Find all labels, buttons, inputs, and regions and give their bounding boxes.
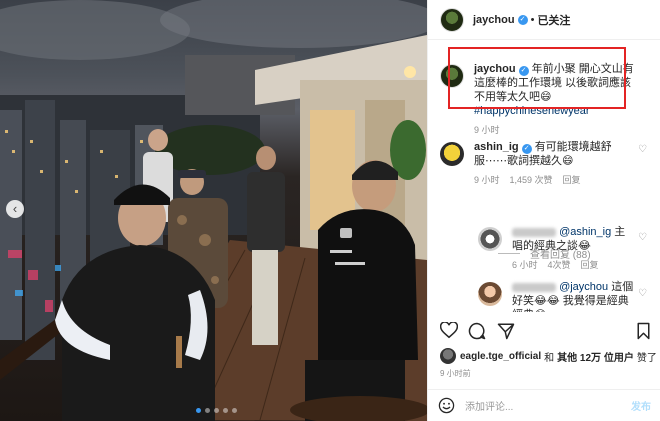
likes-summary: eagle.tge_official 和 其他 12万 位用户 赞了	[440, 348, 657, 364]
likes-connector: 和	[544, 352, 555, 364]
reply-like-heart-icon[interactable]: ♡	[638, 232, 647, 243]
carousel-dot	[214, 408, 219, 413]
post-comment-button[interactable]: 发布	[631, 398, 651, 413]
post-actions	[440, 318, 652, 344]
caption-highlight-box	[448, 47, 626, 109]
commenter-username[interactable]: ashin_ig	[474, 141, 519, 153]
author-avatar[interactable]	[440, 7, 464, 32]
reply-text-b: 唱的經典之談😂	[512, 240, 591, 252]
liker-avatar[interactable]	[440, 348, 456, 364]
chevron-left-icon: ‹	[12, 201, 18, 216]
paper-plane-icon[interactable]	[497, 322, 515, 340]
post-photo[interactable]: ‹	[0, 0, 427, 421]
post-header: jaychou ✓ • 已关注	[428, 0, 660, 40]
blurred-username	[512, 227, 556, 237]
carousel-dot	[223, 408, 228, 413]
reply-like-heart-icon[interactable]: ♡	[638, 288, 647, 299]
comment-item: ashin_ig ✓ 有可能環境越舒服⋯⋯歌詞撰越久😄 9 小时 1,459 次赞…	[440, 140, 635, 187]
header-separator: •	[530, 13, 535, 26]
carousel-dot	[196, 408, 201, 413]
rooftop-scene-image	[0, 0, 427, 421]
carousel-dot	[205, 408, 210, 413]
reply-likes[interactable]: 4次赞	[548, 258, 571, 272]
reply-time: 6 小时	[512, 260, 538, 270]
comment-like-heart-icon[interactable]: ♡	[638, 144, 647, 155]
likes-suffix: 赞了	[636, 352, 657, 364]
reply-item: @ashin_ig 主 唱的經典之談😂 6 小时 4次赞 回复	[478, 225, 638, 272]
author-username[interactable]: jaychou	[473, 14, 515, 26]
comment-reply-button[interactable]: 回复	[563, 173, 581, 187]
replier-avatar[interactable]	[478, 227, 502, 251]
post-timestamp[interactable]: 9 小时前	[440, 368, 471, 379]
reply-mention[interactable]: @ashin_ig	[559, 226, 611, 238]
bookmark-icon[interactable]	[636, 322, 651, 340]
comment-time: 9 小时	[474, 175, 500, 185]
speech-bubble-icon[interactable]	[468, 322, 486, 340]
reply-reply-button[interactable]: 回复	[581, 258, 599, 272]
reply-item: @jaychou 這個好笑😂😂 我覺得是經典經典😂	[478, 280, 638, 312]
carousel-indicator	[196, 408, 237, 413]
reply-mention[interactable]: @jaychou	[559, 281, 608, 293]
previous-slide-button[interactable]: ‹	[6, 200, 24, 218]
carousel-dot	[232, 408, 237, 413]
commenter-avatar[interactable]	[440, 142, 464, 166]
verified-badge-icon: ✓	[517, 14, 528, 25]
heart-icon[interactable]	[440, 322, 458, 339]
likes-others-button[interactable]: 其他 12万 位用户	[557, 349, 634, 364]
liker-username[interactable]: eagle.tge_official	[460, 351, 541, 362]
blurred-username	[512, 282, 556, 292]
verified-badge-icon: ✓	[521, 144, 532, 154]
comment-input[interactable]: 添加评论...	[465, 398, 631, 413]
comment-likes[interactable]: 1,459 次赞	[510, 173, 553, 187]
replier-avatar[interactable]	[478, 282, 502, 306]
add-comment-bar: 添加评论... 发布	[428, 389, 660, 421]
caption-time[interactable]: 9 小时	[474, 123, 500, 137]
reply-text-a: 主	[614, 226, 626, 238]
smiley-icon[interactable]	[438, 397, 455, 414]
follow-status-button[interactable]: 已关注	[537, 12, 570, 28]
